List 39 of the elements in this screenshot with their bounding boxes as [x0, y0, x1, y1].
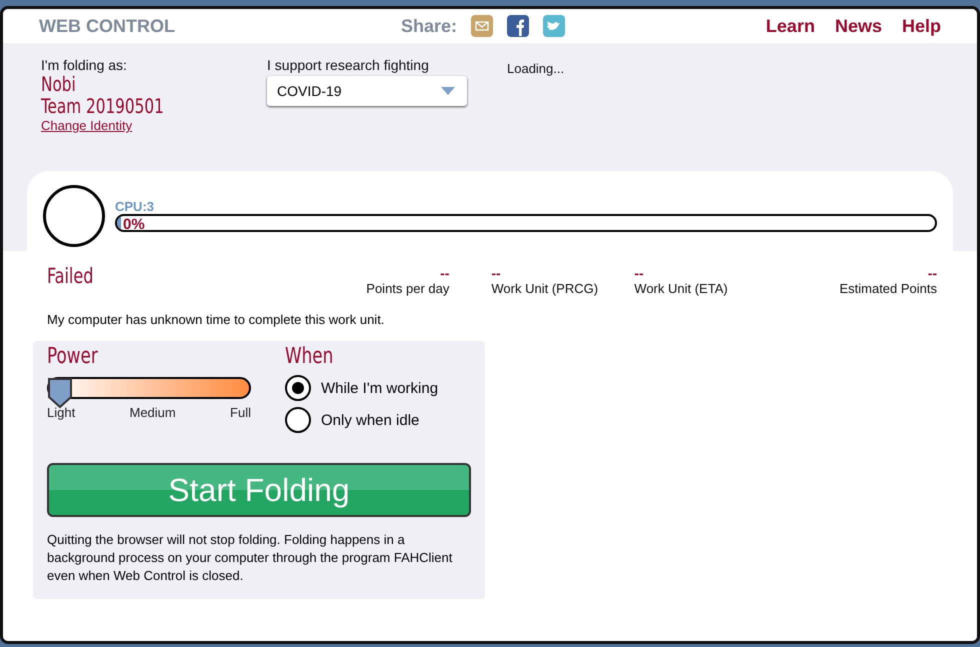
slider-tick-label: Light [47, 405, 76, 420]
cpu-label: CPU:3 [115, 199, 156, 214]
caret-icon [441, 87, 455, 95]
slot-status: Failed [47, 265, 94, 288]
slider-tick-label: Full [230, 405, 251, 420]
facebook-icon[interactable] [507, 15, 530, 37]
radio-label: Only when idle [321, 412, 420, 429]
radio-label: While I'm working [321, 380, 438, 397]
nav-link[interactable]: Help [902, 16, 941, 36]
stat-value: -- [491, 265, 501, 281]
stat-value: -- [634, 265, 644, 281]
identity-label: I'm folding as: [41, 57, 128, 73]
progress-percent: 0% [122, 216, 145, 230]
app-title: WEB CONTROL [39, 16, 176, 36]
stat-label: Estimated Points [839, 281, 938, 296]
stat-label: Work Unit (ETA) [634, 281, 728, 296]
team-name: Team 20190501 [41, 95, 165, 117]
nav-link[interactable]: News [834, 16, 882, 36]
change-identity-link[interactable]: Change Identity [41, 118, 132, 133]
info-note: Quitting the browser will not stop folding. Folding happens in a background process on your computer through the program FAHClient even when Web Control is closed. [47, 531, 454, 586]
power-title: Power [47, 345, 99, 370]
user-name: Nobi [41, 73, 76, 95]
share-label: Share: [401, 16, 458, 36]
stat-value: -- [928, 265, 938, 281]
nav-link[interactable]: Learn [766, 16, 815, 36]
stat-value: -- [440, 265, 450, 281]
power-slider[interactable] [47, 377, 251, 410]
when-title: When [285, 345, 334, 370]
slot-circle-icon [43, 185, 105, 247]
cause-dropdown[interactable]: COVID-19 [267, 76, 467, 106]
stat-label: Points per day [366, 281, 450, 296]
stat-label: Work Unit (PRCG) [491, 281, 598, 296]
slider-thumb[interactable] [47, 377, 73, 410]
radio-button[interactable] [285, 407, 311, 434]
status-message: My computer has unknown time to complete this work unit. [47, 312, 386, 327]
loading-text: Loading... [507, 61, 566, 76]
cause-label: I support research fighting [267, 57, 430, 73]
radio-button[interactable] [285, 375, 311, 402]
slider-tick-label: Medium [130, 405, 176, 420]
